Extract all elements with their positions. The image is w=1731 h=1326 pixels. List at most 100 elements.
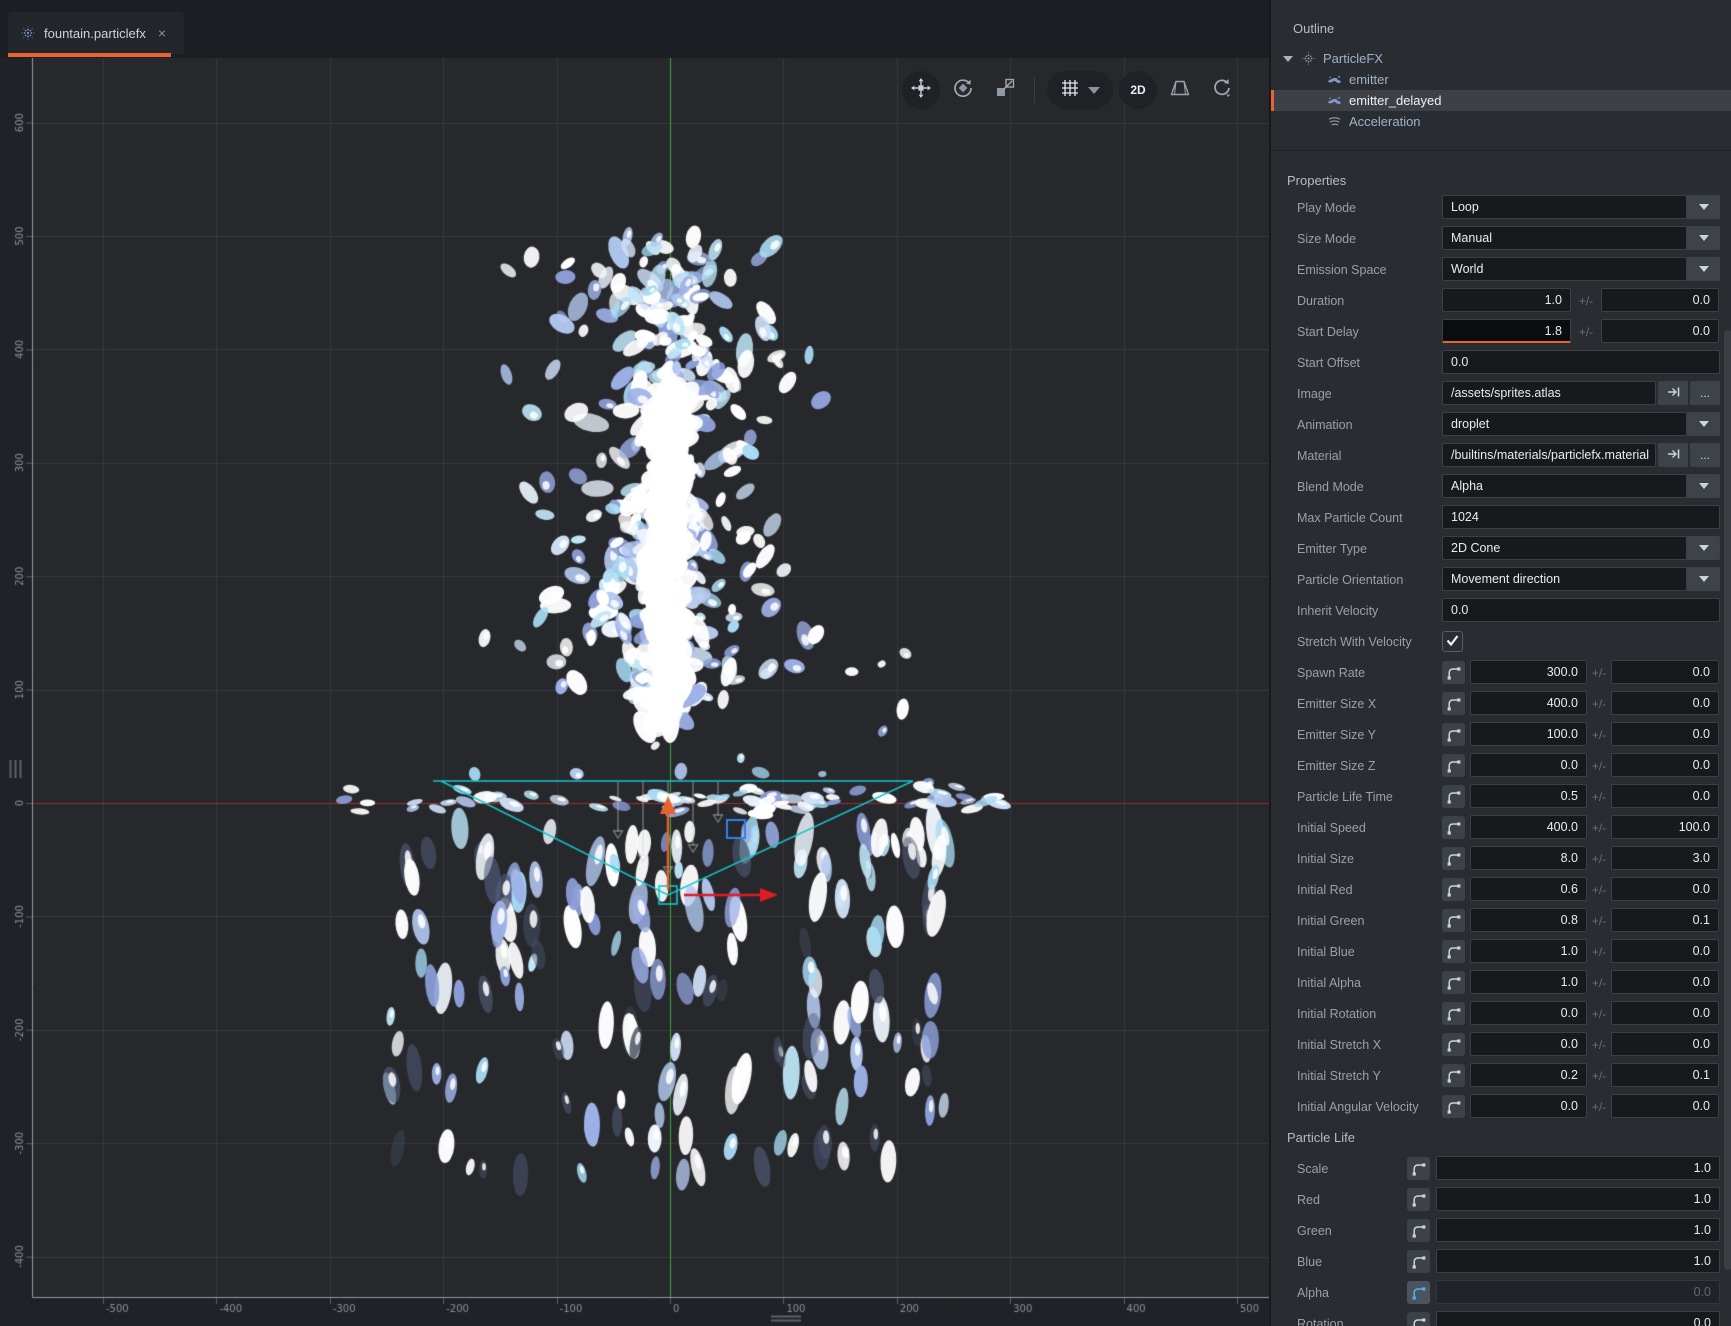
emitter-type-dropdown-button[interactable] (1687, 536, 1720, 560)
emitter-size-z-value-input[interactable]: 0.0 (1470, 753, 1587, 777)
alpha-curve-button[interactable] (1407, 1281, 1430, 1304)
emission-space-dropdown-button[interactable] (1687, 257, 1720, 281)
red-curve-button[interactable] (1407, 1188, 1430, 1211)
initial-angular-velocity-curve-button[interactable] (1442, 1095, 1465, 1118)
particle-life-time-value-input[interactable]: 0.5 (1470, 784, 1587, 808)
stretch-with-velocity-checkbox[interactable] (1442, 631, 1463, 652)
initial-alpha-value-input[interactable]: 1.0 (1470, 970, 1587, 994)
spawn-rate-spread-input[interactable]: 0.0 (1611, 660, 1719, 684)
initial-red-value-input[interactable]: 0.6 (1470, 877, 1587, 901)
green-value-input[interactable]: 1.0 (1436, 1218, 1720, 1242)
spawn-rate-value-input[interactable]: 300.0 (1470, 660, 1587, 684)
blue-curve-button[interactable] (1407, 1250, 1430, 1273)
animation-dropdown-button[interactable] (1687, 412, 1720, 436)
initial-speed-curve-button[interactable] (1442, 816, 1465, 839)
expand-caret-icon[interactable] (1283, 55, 1293, 62)
particle-orientation-dropdown-button[interactable] (1687, 567, 1720, 591)
initial-alpha-curve-button[interactable] (1442, 971, 1465, 994)
outline-item-emitter_delayed[interactable]: emitter_delayed (1271, 90, 1731, 111)
size-mode-dropdown-button[interactable] (1687, 226, 1720, 250)
image-browse-button[interactable]: ... (1690, 381, 1720, 405)
initial-size-spread-input[interactable]: 3.0 (1611, 846, 1719, 870)
blue-value-input[interactable]: 1.0 (1436, 1249, 1720, 1273)
tab-fountain-particlefx[interactable]: fountain.particlefx × (8, 12, 184, 54)
scale-tool-button[interactable] (986, 71, 1024, 109)
blend-mode-dropdown-button[interactable] (1687, 474, 1720, 498)
initial-rotation-curve-button[interactable] (1442, 1002, 1465, 1025)
particle-life-time-spread-input[interactable]: 0.0 (1611, 784, 1719, 808)
duration-value-input[interactable]: 1.0 (1442, 288, 1571, 312)
initial-rotation-spread-input[interactable]: 0.0 (1611, 1001, 1719, 1025)
initial-red-curve-button[interactable] (1442, 878, 1465, 901)
start-delay-spread-input[interactable]: 0.0 (1601, 319, 1719, 343)
emitter-size-z-spread-input[interactable]: 0.0 (1611, 753, 1719, 777)
outline-item-emitter[interactable]: emitter (1271, 69, 1731, 90)
initial-stretch-y-value-input[interactable]: 0.2 (1470, 1063, 1587, 1087)
initial-green-curve-button[interactable] (1442, 909, 1465, 932)
emitter-type-select[interactable]: 2D Cone (1442, 536, 1687, 560)
animation-select[interactable]: droplet (1442, 412, 1687, 436)
outline-item-particlefx[interactable]: ParticleFX (1271, 48, 1731, 69)
initial-stretch-x-curve-button[interactable] (1442, 1033, 1465, 1056)
initial-size-value-input[interactable]: 8.0 (1470, 846, 1587, 870)
initial-angular-velocity-spread-input[interactable]: 0.0 (1611, 1094, 1719, 1118)
refresh-camera-button[interactable] (1203, 71, 1241, 109)
emitter-size-x-value-input[interactable]: 400.0 (1470, 691, 1587, 715)
emitter-size-y-spread-input[interactable]: 0.0 (1611, 722, 1719, 746)
2d-toggle-button[interactable]: 2D (1119, 71, 1157, 109)
initial-speed-value-input[interactable]: 400.0 (1470, 815, 1587, 839)
inherit-velocity-input[interactable]: 0.0 (1442, 598, 1720, 622)
initial-size-curve-button[interactable] (1442, 847, 1465, 870)
emission-space-select[interactable]: World (1442, 257, 1687, 281)
initial-rotation-value-input[interactable]: 0.0 (1470, 1001, 1587, 1025)
blend-mode-select[interactable]: Alpha (1442, 474, 1687, 498)
size-mode-select[interactable]: Manual (1442, 226, 1687, 250)
initial-red-spread-input[interactable]: 0.0 (1611, 877, 1719, 901)
max-particle-count-input[interactable]: 1024 (1442, 505, 1720, 529)
rotation-value-input[interactable]: 0.0 (1436, 1311, 1720, 1326)
perspective-toggle-button[interactable] (1161, 71, 1199, 109)
start-offset-input[interactable]: 0.0 (1442, 350, 1720, 374)
move-tool-button[interactable] (902, 71, 940, 109)
green-curve-button[interactable] (1407, 1219, 1430, 1242)
play-mode-select[interactable]: Loop (1442, 195, 1687, 219)
initial-angular-velocity-value-input[interactable]: 0.0 (1470, 1094, 1587, 1118)
material-path-input[interactable]: /builtins/materials/particlefx.material (1442, 443, 1656, 467)
image-open-resource-button[interactable] (1658, 381, 1688, 405)
initial-alpha-spread-input[interactable]: 0.0 (1611, 970, 1719, 994)
initial-speed-spread-input[interactable]: 100.0 (1611, 815, 1719, 839)
emitter-size-z-curve-button[interactable] (1442, 754, 1465, 777)
initial-green-spread-input[interactable]: 0.1 (1611, 908, 1719, 932)
initial-green-value-input[interactable]: 0.8 (1470, 908, 1587, 932)
initial-blue-curve-button[interactable] (1442, 940, 1465, 963)
emitter-size-y-curve-button[interactable] (1442, 723, 1465, 746)
emitter-size-x-curve-button[interactable] (1442, 692, 1465, 715)
image-path-input[interactable]: /assets/sprites.atlas (1442, 381, 1656, 405)
rotation-curve-button[interactable] (1407, 1312, 1430, 1326)
red-value-input[interactable]: 1.0 (1436, 1187, 1720, 1211)
material-open-resource-button[interactable] (1658, 443, 1688, 467)
particle-life-time-curve-button[interactable] (1442, 785, 1465, 808)
emitter-size-y-value-input[interactable]: 100.0 (1470, 722, 1587, 746)
duration-spread-input[interactable]: 0.0 (1601, 288, 1719, 312)
tab-close-icon[interactable]: × (158, 25, 166, 41)
rotate-tool-button[interactable] (944, 71, 982, 109)
scrollbar-thumb[interactable] (1724, 330, 1731, 1270)
emitter-size-x-spread-input[interactable]: 0.0 (1611, 691, 1719, 715)
initial-blue-value-input[interactable]: 1.0 (1470, 939, 1587, 963)
grid-options-button[interactable] (1047, 71, 1113, 109)
initial-stretch-y-spread-input[interactable]: 0.1 (1611, 1063, 1719, 1087)
initial-stretch-x-spread-input[interactable]: 0.0 (1611, 1032, 1719, 1056)
alpha-value-input[interactable]: 0.0 (1436, 1280, 1720, 1304)
play-mode-dropdown-button[interactable] (1687, 195, 1720, 219)
initial-blue-spread-input[interactable]: 0.0 (1611, 939, 1719, 963)
particle-orientation-select[interactable]: Movement direction (1442, 567, 1687, 591)
initial-stretch-y-curve-button[interactable] (1442, 1064, 1465, 1087)
start-delay-value-input[interactable]: 1.8 (1442, 319, 1571, 343)
outline-item-acceleration[interactable]: Acceleration (1271, 111, 1731, 132)
material-browse-button[interactable]: ... (1690, 443, 1720, 467)
viewport-canvas[interactable] (0, 58, 1269, 1326)
scale-value-input[interactable]: 1.0 (1436, 1156, 1720, 1180)
spawn-rate-curve-button[interactable] (1442, 661, 1465, 684)
scale-curve-button[interactable] (1407, 1157, 1430, 1180)
